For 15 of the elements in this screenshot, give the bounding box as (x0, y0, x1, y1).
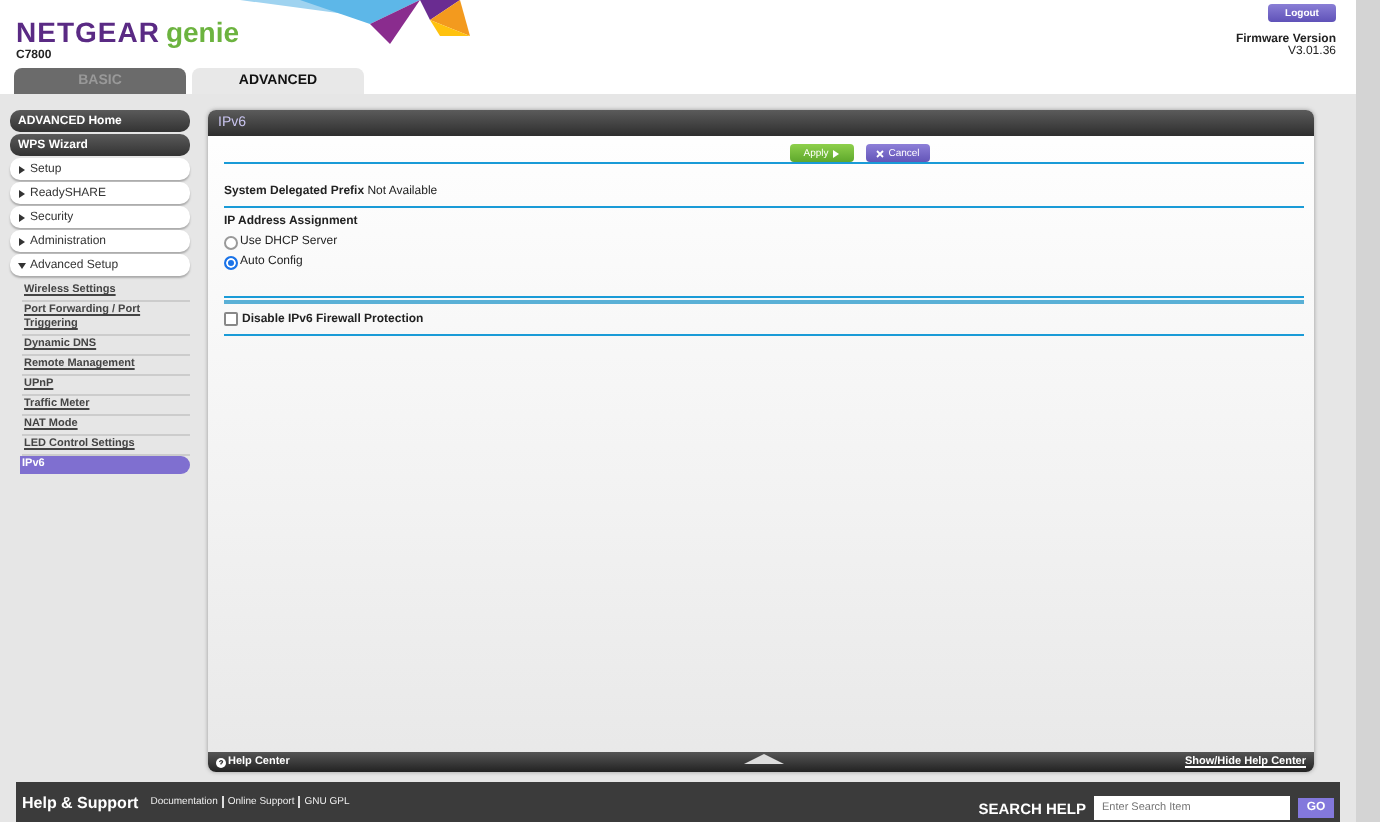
radio-button[interactable] (224, 255, 238, 269)
expanded-arrow-icon (18, 261, 26, 269)
footer-title: Help & Support (22, 793, 139, 811)
radio-button[interactable] (224, 235, 238, 249)
collapsed-arrow-icon (18, 189, 26, 197)
product-logo: genie (165, 16, 240, 48)
checkbox[interactable] (224, 312, 238, 326)
brand-logo: NETGEAR (16, 16, 160, 48)
expand-arrow-icon (744, 754, 784, 764)
play-arrow-icon (832, 149, 841, 157)
close-icon (876, 149, 885, 157)
help-icon (216, 757, 226, 767)
collapsed-arrow-icon (18, 213, 26, 221)
collapsed-arrow-icon (18, 237, 26, 245)
collapsed-arrow-icon (18, 165, 26, 173)
